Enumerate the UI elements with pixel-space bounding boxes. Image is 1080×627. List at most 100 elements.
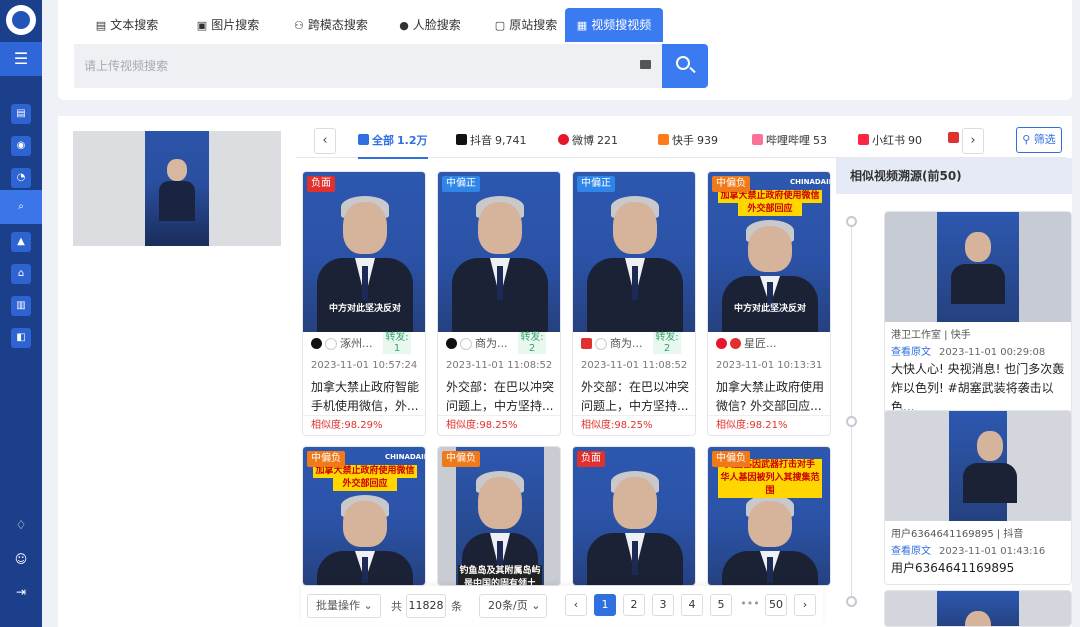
user-icon[interactable]: ☺	[0, 552, 42, 566]
similar-video-time: 2023-11-01 00:29:08	[939, 347, 1046, 358]
result-card[interactable]: 钓鱼岛及其附属岛屿是中国的固有领土 中偏负	[437, 446, 561, 586]
similarity-score: 相似度:98.21%	[708, 415, 830, 435]
filter-button[interactable]: ⚲ 筛选	[1016, 127, 1062, 153]
location-pin-icon: ●	[399, 19, 409, 32]
author-info: 星匠...	[716, 335, 826, 353]
result-card[interactable]: CHINADAILY加拿大禁止政府使用微信外交部回应 中偏负	[302, 446, 426, 586]
ptab-kuaishou[interactable]: 快手 939	[658, 132, 718, 156]
tab-text-search[interactable]: ▤ 文本搜索	[82, 8, 172, 42]
sentiment-tag: 中偏正	[442, 176, 480, 192]
platform-tabs: ‹ 全部 1.2万 抖音 9,741 微博 221 快手 939 哔哩哔哩 53 小红书 9…	[296, 128, 1066, 159]
sentiment-tag: 负面	[577, 451, 605, 467]
left-rail: ☰ ▤ ◉ ◔ ⌕ ▲ ⌂ ▥ ◧ ♢ ☺ ⇥	[0, 0, 42, 627]
upload-video-icon[interactable]	[640, 60, 651, 69]
similarity-score: 相似度:98.25%	[438, 415, 560, 435]
page-3[interactable]: 3	[652, 594, 674, 616]
search-icon	[676, 56, 690, 70]
similar-video-source: 用户6364641169895 | 抖音	[891, 529, 1024, 540]
uploaded-video-preview[interactable]	[73, 131, 281, 246]
similar-video-card[interactable]: 巴以冲突 港卫工作室 | 快手 查看原文 2023-11-01 00:29:08 …	[884, 211, 1072, 424]
next-page-button[interactable]: ›	[794, 594, 816, 616]
publish-time: 2023-11-01 11:08:52	[581, 360, 688, 371]
result-card[interactable]: 负面	[572, 446, 696, 586]
sentiment-tag: 中偏负	[712, 451, 750, 467]
menu-icon-7[interactable]: ▥	[11, 296, 31, 316]
prev-page-button[interactable]: ‹	[565, 594, 587, 616]
tab-cross-modal-search[interactable]: ⚇ 跨模态搜索	[276, 8, 386, 42]
douyin-icon	[311, 338, 322, 349]
result-card[interactable]: 中偏正 商为... 转发: 2 2023-11-01 11:08:52 外交部：…	[572, 171, 696, 436]
video-search-input[interactable]	[74, 44, 662, 88]
cross-modal-icon: ⚇	[294, 19, 304, 32]
video-thumbnail: CHINADAILY加拿大禁止政府使用微信外交部回应中方对此坚决反对	[708, 172, 830, 332]
video-title[interactable]: 加拿大禁止政府智能手机使用微信，外...	[311, 378, 421, 416]
collapse-menu-icon[interactable]: ☰	[0, 42, 42, 76]
avatar	[595, 338, 607, 350]
similar-video-thumbnail	[885, 411, 1071, 521]
menu-icon-6[interactable]: ⌂	[11, 264, 31, 284]
menu-icon-1[interactable]: ▤	[11, 104, 31, 124]
platform-icon	[581, 338, 592, 349]
similar-video-thumbnail	[885, 591, 1071, 626]
ptab-douyin[interactable]: 抖音 9,741	[456, 132, 527, 156]
tab-site-search[interactable]: ▢ 原站搜索	[476, 8, 576, 42]
timeline-node	[846, 416, 857, 427]
search-button[interactable]	[662, 44, 708, 88]
page-1[interactable]: 1	[594, 594, 616, 616]
video-thumbnail: CHINADAILY加拿大禁止政府使用微信外交部回应	[303, 447, 425, 585]
uploaded-video-thumbnail	[145, 131, 209, 246]
ptab-more[interactable]	[948, 132, 962, 156]
site-icon: ▢	[494, 19, 506, 32]
ptab-xiaohongshu[interactable]: 小红书 90	[858, 132, 922, 156]
ptab-all[interactable]: 全部 1.2万	[358, 132, 428, 159]
timeline-line	[851, 216, 852, 606]
avatar	[325, 338, 337, 350]
menu-icon-3[interactable]: ◔	[11, 168, 31, 188]
tab-image-search[interactable]: ▣ 图片搜索	[178, 8, 278, 42]
similar-videos-header: 相似视频溯源(前50)	[836, 158, 1072, 194]
result-card[interactable]: 美国基因武器打击对手 华人基因被列入其搜集范围 中偏负	[707, 446, 831, 586]
tab-video-search[interactable]: ▦ 视频搜视频	[565, 8, 663, 42]
video-thumbnail: 钓鱼岛及其附属岛屿是中国的固有领土	[438, 447, 560, 585]
page-5[interactable]: 5	[710, 594, 732, 616]
similar-video-card[interactable]: 用户6364641169895 | 抖音 查看原文 2023-11-01 01:4…	[884, 410, 1072, 585]
tabs-next-button[interactable]: ›	[962, 128, 984, 154]
tabs-prev-button[interactable]: ‹	[314, 128, 336, 154]
search-panel: ▤ 文本搜索 ▣ 图片搜索 ⚇ 跨模态搜索 ● 人脸搜索 ▢ 原站搜索 ▦ 视频搜视频	[58, 0, 1072, 100]
view-original-link[interactable]: 查看原文	[891, 546, 931, 557]
video-title[interactable]: 外交部：在巴以冲突问题上，中方坚持...	[581, 378, 691, 416]
similar-video-title[interactable]: 用户6364641169895	[885, 557, 1071, 584]
similar-video-card[interactable]	[884, 590, 1072, 627]
page-size-select[interactable]: 20条/页 ⌄	[479, 594, 547, 618]
bell-icon[interactable]: ♢	[0, 518, 42, 532]
sentiment-tag: 中偏负	[307, 451, 345, 467]
result-card[interactable]: 中偏正 商为... 转发: 2 2023-11-01 11:08:52 外交部：…	[437, 171, 561, 436]
ptab-bilibili[interactable]: 哔哩哔哩 53	[752, 132, 827, 156]
douyin-icon	[446, 338, 457, 349]
menu-icon-8[interactable]: ◧	[11, 328, 31, 348]
similarity-score: 相似度:98.29%	[303, 415, 425, 435]
menu-icon-5[interactable]: ▲	[11, 232, 31, 252]
publish-time: 2023-11-01 11:08:52	[446, 360, 553, 371]
page-4[interactable]: 4	[681, 594, 703, 616]
result-card[interactable]: 中方对此坚决反对 负面 涿州... 转发: 1 2023-11-01 10:57…	[302, 171, 426, 436]
bulk-action-select[interactable]: 批量操作 ⌄	[307, 594, 381, 618]
video-thumbnail: 美国基因武器打击对手 华人基因被列入其搜集范围	[708, 447, 830, 585]
publish-time: 2023-11-01 10:13:31	[716, 360, 823, 371]
video-title[interactable]: 外交部：在巴以冲突问题上，中方坚持...	[446, 378, 556, 416]
menu-icon-search-active[interactable]: ⌕	[0, 190, 42, 224]
logout-icon[interactable]: ⇥	[0, 585, 42, 599]
timeline-node	[846, 596, 857, 607]
page-ellipsis[interactable]: •••	[735, 594, 765, 616]
timeline-node	[846, 216, 857, 227]
publish-time: 2023-11-01 10:57:24	[311, 360, 418, 371]
page-2[interactable]: 2	[623, 594, 645, 616]
tab-face-search[interactable]: ● 人脸搜索	[380, 8, 480, 42]
video-title[interactable]: 加拿大禁止政府使用微信? 外交部回应...	[716, 378, 826, 416]
page-50[interactable]: 50	[765, 594, 787, 616]
ptab-weibo[interactable]: 微博 221	[558, 132, 618, 156]
result-card[interactable]: CHINADAILY加拿大禁止政府使用微信外交部回应中方对此坚决反对 中偏负 星…	[707, 171, 831, 436]
menu-icon-2[interactable]: ◉	[11, 136, 31, 156]
view-original-link[interactable]: 查看原文	[891, 347, 931, 358]
douyin-icon	[456, 134, 467, 145]
